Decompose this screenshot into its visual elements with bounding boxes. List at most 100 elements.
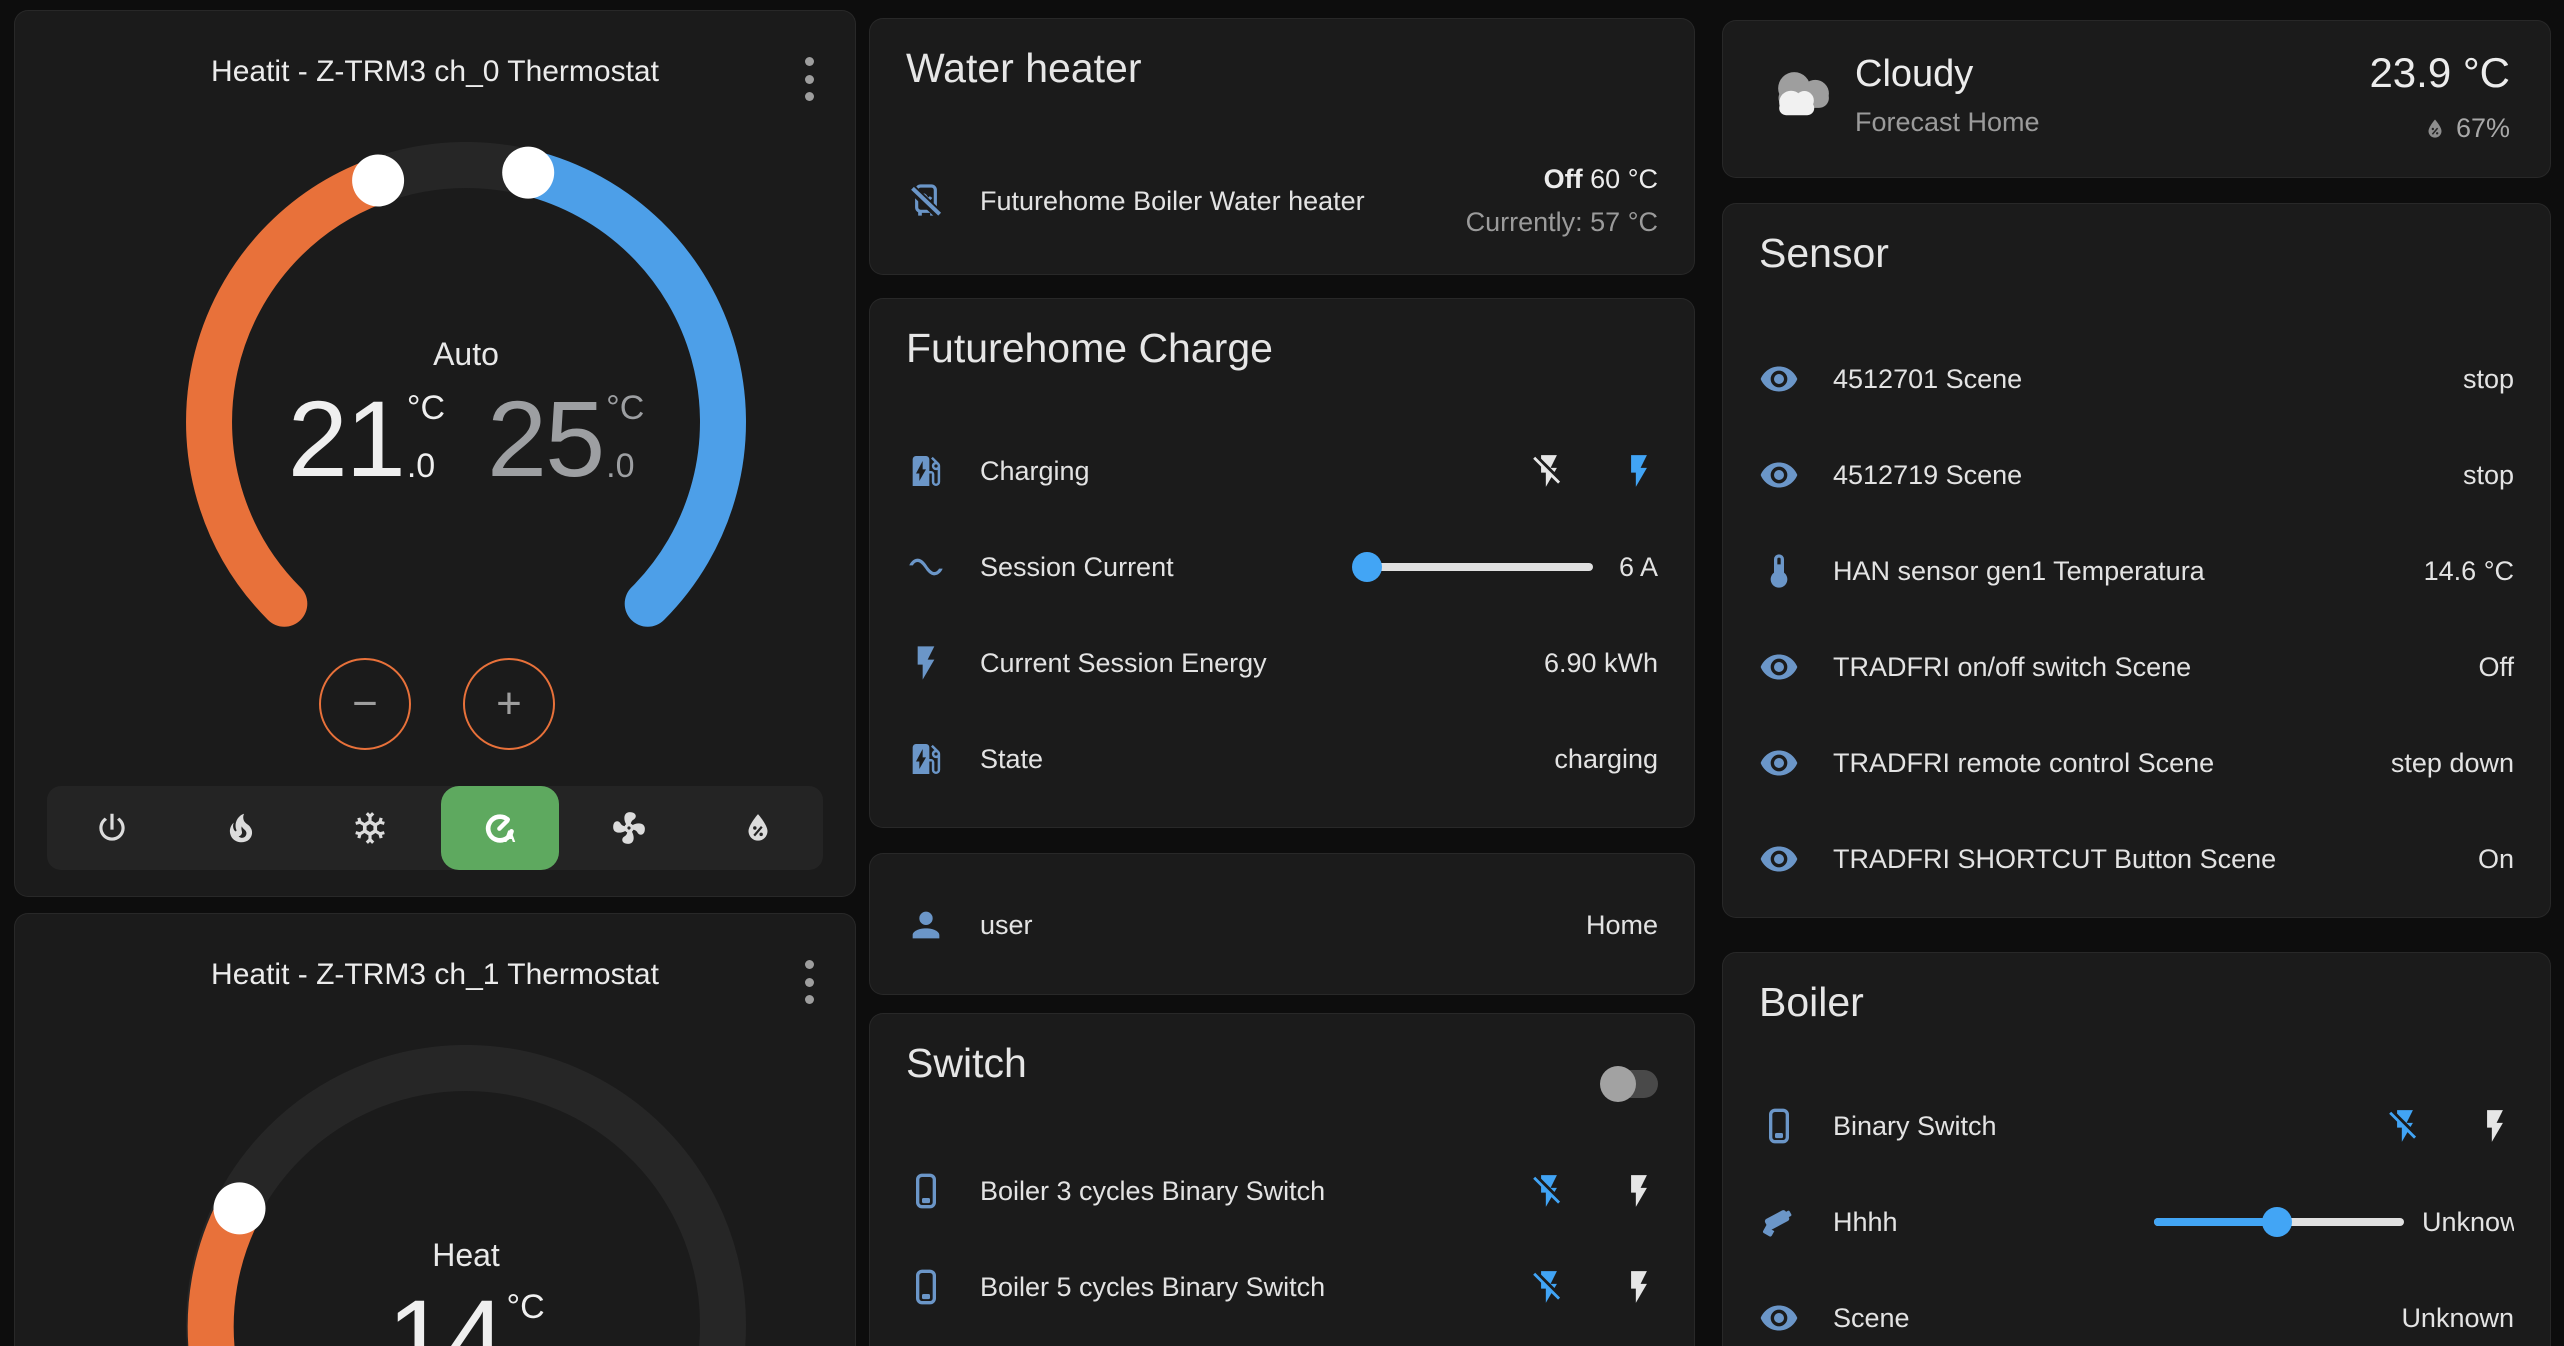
hhhh-row: Hhhh Unknown xyxy=(1759,1174,2514,1270)
card-title: Switch xyxy=(906,1040,1027,1087)
card-title: Boiler xyxy=(1759,979,1864,1026)
thermometer-icon xyxy=(1759,551,1799,591)
water-heater-card: Water heater Futurehome Boiler Water hea… xyxy=(869,18,1695,275)
mode-power-button[interactable] xyxy=(53,786,171,870)
thermostat-ch0-title: Heatit - Z-TRM3 ch_0 Thermostat xyxy=(15,55,855,89)
more-options-icon[interactable] xyxy=(805,960,815,1004)
slider-thumb[interactable] xyxy=(1352,552,1382,582)
weather-card[interactable]: Cloudy Forecast Home 23.9 °C 67% xyxy=(1722,20,2551,178)
flash-off-icon[interactable] xyxy=(1530,1268,1568,1306)
water-percent-icon xyxy=(739,809,777,847)
low-setpoint-handle xyxy=(352,155,404,207)
card-title: Futurehome Charge xyxy=(906,325,1273,372)
binary-switch-icon xyxy=(1759,1106,1799,1146)
charge-card: Futurehome Charge Charging Session Curre… xyxy=(869,298,1695,828)
binary-switch-icon xyxy=(906,1267,946,1307)
eye-icon xyxy=(1759,1298,1799,1338)
fan-icon xyxy=(610,809,648,847)
flash-off-icon[interactable] xyxy=(1530,452,1568,490)
decimal-label: .0 xyxy=(606,449,644,483)
eye-icon xyxy=(1759,647,1799,687)
eye-icon xyxy=(1759,839,1799,879)
weather-condition: Cloudy xyxy=(1855,53,1973,96)
cloudy-icon xyxy=(1761,55,1845,139)
thermostat-ch1-title: Heatit - Z-TRM3 ch_1 Thermostat xyxy=(15,958,855,992)
unit-label: °C xyxy=(407,391,445,425)
account-icon xyxy=(906,905,946,945)
hhhh-slider[interactable] xyxy=(2154,1218,2404,1226)
session-current-row: Session Current 6 A xyxy=(906,519,1658,615)
decimal-label: .0 xyxy=(407,449,445,483)
flash-off-icon[interactable] xyxy=(1530,1172,1568,1210)
sensor-row[interactable]: TRADFRI on/off switch Scene Off xyxy=(1759,619,2514,715)
low-setpoint[interactable]: 21 °C.0 xyxy=(288,383,445,495)
eye-icon xyxy=(1759,743,1799,783)
unit-label: °C xyxy=(506,1290,544,1324)
mode-cool-button[interactable] xyxy=(311,786,429,870)
fire-icon xyxy=(222,809,260,847)
session-current-slider[interactable] xyxy=(1355,563,1593,571)
mode-dry-button[interactable] xyxy=(699,786,817,870)
card-title: Sensor xyxy=(1759,230,1889,277)
state-row[interactable]: State charging xyxy=(906,711,1658,807)
water-heater-row[interactable]: Futurehome Boiler Water heater Off 60 °C… xyxy=(906,153,1658,249)
setpoint-handle xyxy=(214,1182,266,1234)
increase-temp-button[interactable]: + xyxy=(463,658,555,750)
switch-card: Switch Boiler 3 cycles Binary Switch Boi… xyxy=(869,1013,1695,1346)
setpoint-temps: 21 °C.0 25 °C.0 xyxy=(186,383,746,495)
eye-icon xyxy=(1759,455,1799,495)
flash-icon xyxy=(906,643,946,683)
binary-switch-row[interactable]: Binary Switch xyxy=(1759,1078,2514,1174)
cctv-icon xyxy=(1759,1202,1799,1242)
charging-row[interactable]: Charging xyxy=(906,423,1658,519)
sensor-card: Sensor 4512701 Scene stop 4512719 Scene … xyxy=(1722,203,2551,918)
switch-toggle[interactable] xyxy=(1600,1070,1658,1098)
power-icon xyxy=(93,809,131,847)
sensor-row[interactable]: TRADFRI remote control Scene step down xyxy=(1759,715,2514,811)
weather-humidity: 67% xyxy=(2422,113,2510,144)
sensor-row[interactable]: 4512719 Scene stop xyxy=(1759,427,2514,523)
ev-station-icon xyxy=(906,739,946,779)
user-card: user Home xyxy=(869,853,1695,995)
slider-thumb[interactable] xyxy=(2262,1207,2292,1237)
flash-icon[interactable] xyxy=(1620,1172,1658,1210)
user-row[interactable]: user Home xyxy=(906,877,1658,973)
sensor-row[interactable]: 4512701 Scene stop xyxy=(1759,331,2514,427)
mode-fan-button[interactable] xyxy=(570,786,688,870)
thermostat-card-ch0: Heatit - Z-TRM3 ch_0 Thermostat Auto 21 … xyxy=(14,10,856,897)
scene-row[interactable]: Scene Unknown xyxy=(1759,1270,2514,1346)
session-energy-row[interactable]: Current Session Energy 6.90 kWh xyxy=(906,615,1658,711)
dashboard: Heatit - Z-TRM3 ch_0 Thermostat Auto 21 … xyxy=(0,0,2564,1346)
water-heater-state: Off 60 °C Currently: 57 °C xyxy=(1466,158,1658,244)
thermostat-auto-icon xyxy=(480,808,520,848)
more-options-icon[interactable] xyxy=(805,57,815,101)
flash-icon[interactable] xyxy=(1620,1268,1658,1306)
flash-icon[interactable] xyxy=(2476,1107,2514,1145)
sensor-row[interactable]: HAN sensor gen1 Temperatura 14.6 °C xyxy=(1759,523,2514,619)
eye-icon xyxy=(1759,359,1799,399)
humidity-icon xyxy=(2422,116,2448,142)
high-setpoint[interactable]: 25 °C.0 xyxy=(487,383,644,495)
ev-station-icon xyxy=(906,451,946,491)
high-setpoint-handle xyxy=(502,147,554,199)
snowflake-icon xyxy=(351,809,389,847)
hvac-mode-label: Heat xyxy=(186,1237,746,1274)
current-ac-icon xyxy=(906,547,946,587)
flash-off-icon[interactable] xyxy=(2386,1107,2424,1145)
binary-switch-icon xyxy=(906,1171,946,1211)
weather-subtitle: Forecast Home xyxy=(1855,107,2040,138)
decrease-temp-button[interactable]: − xyxy=(319,658,411,750)
setpoint-temp[interactable]: 14 °C xyxy=(186,1282,746,1346)
boiler3-row[interactable]: Boiler 3 cycles Binary Switch xyxy=(906,1143,1658,1239)
mode-auto-button[interactable] xyxy=(441,786,559,870)
weather-temperature: 23.9 °C xyxy=(2369,49,2510,97)
unit-label: °C xyxy=(606,391,644,425)
flash-icon[interactable] xyxy=(1620,452,1658,490)
boiler-card: Boiler Binary Switch Hhhh Unknown xyxy=(1722,952,2551,1346)
boiler5-row[interactable]: Boiler 5 cycles Binary Switch xyxy=(906,1239,1658,1335)
mode-heat-button[interactable] xyxy=(182,786,300,870)
hvac-mode-label: Auto xyxy=(186,336,746,373)
sensor-row[interactable]: TRADFRI SHORTCUT Button Scene On xyxy=(1759,811,2514,907)
card-title: Water heater xyxy=(906,45,1141,92)
thermostat-card-ch1: Heatit - Z-TRM3 ch_1 Thermostat Heat 14 … xyxy=(14,913,856,1346)
